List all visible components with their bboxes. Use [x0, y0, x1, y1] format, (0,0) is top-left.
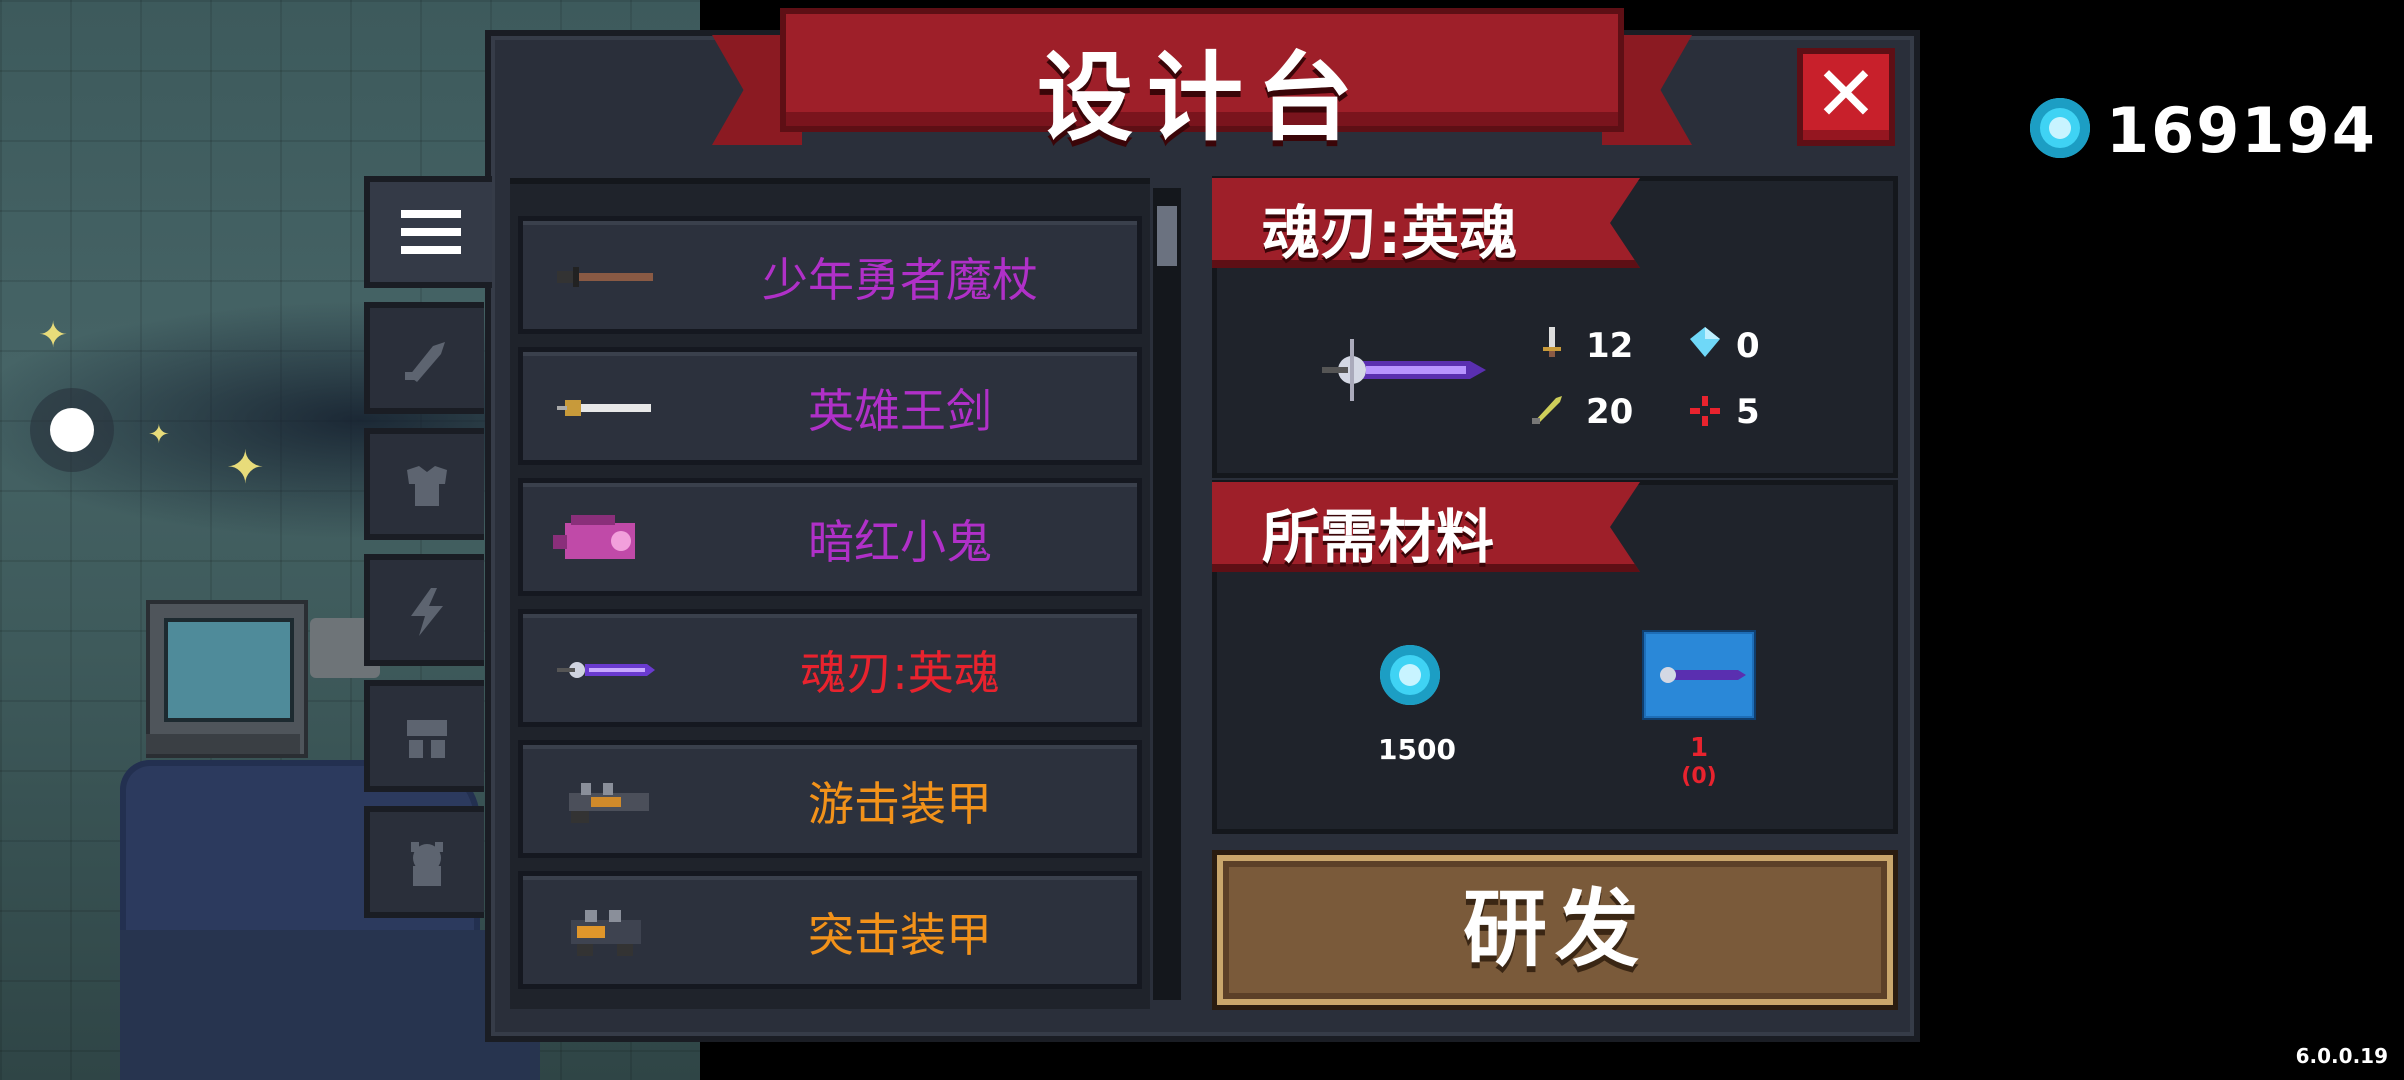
- crit-icon: [1532, 396, 1562, 424]
- star-icon: ✦: [148, 420, 170, 450]
- scrollbar-thumb[interactable]: [1157, 206, 1177, 266]
- terminal-screen: [164, 618, 294, 722]
- sword-icon: [557, 400, 651, 416]
- list-scrollbar[interactable]: [1153, 188, 1181, 1000]
- weapon-icon: [405, 342, 445, 382]
- materials-header: 所需材料: [1262, 503, 1495, 571]
- mech-armor-icon: [569, 783, 649, 823]
- list-item[interactable]: 游击装甲: [518, 740, 1142, 858]
- attack-icon: [1543, 327, 1561, 357]
- tab-pet[interactable]: [364, 806, 484, 918]
- list-icon: [401, 210, 461, 254]
- imp-icon: [553, 515, 635, 559]
- item-label: 英雄王剑: [808, 384, 992, 438]
- list-item[interactable]: 暗红小鬼: [518, 478, 1142, 596]
- energy-icon: [1690, 327, 1720, 357]
- joystick-button[interactable]: [30, 388, 114, 472]
- skill-icon: [411, 588, 443, 636]
- terminal-base: [146, 734, 300, 754]
- tab-mech[interactable]: [364, 680, 484, 792]
- materials-banner: 所需材料: [1212, 482, 1640, 572]
- blueprint-owned: (0): [1681, 764, 1717, 789]
- page-title: 设计台: [1037, 42, 1367, 154]
- tab-weapon[interactable]: [364, 302, 484, 414]
- gem-count: 169194: [2106, 94, 2377, 167]
- research-label: 研发: [1462, 880, 1647, 978]
- pet-icon: [411, 842, 443, 886]
- joystick-knob[interactable]: [50, 408, 94, 452]
- soul-blade-preview-icon: [1322, 339, 1486, 401]
- close-button[interactable]: ✕: [1797, 48, 1895, 146]
- star-icon: ✦: [226, 440, 265, 494]
- assault-armor-icon: [571, 910, 641, 956]
- mech-icon: [407, 720, 447, 758]
- item-label: 暗红小鬼: [808, 515, 992, 569]
- tab-armor[interactable]: [364, 428, 484, 540]
- item-label: 游击装甲: [808, 777, 992, 831]
- attack-value: 12: [1586, 326, 1634, 366]
- tab-skill[interactable]: [364, 554, 484, 666]
- soul-blade-icon: [557, 662, 655, 678]
- list-item[interactable]: 英雄王剑: [518, 347, 1142, 465]
- list-item[interactable]: 少年勇者魔杖: [518, 216, 1142, 334]
- blueprint-list[interactable]: 少年勇者魔杖 英雄王剑 暗红小鬼 魂刃:英魂 游击装甲 突击装甲: [510, 178, 1150, 1009]
- accuracy-value: 5: [1736, 392, 1760, 432]
- item-label: 魂刃:英魂: [800, 646, 1000, 700]
- armor-icon: [407, 466, 447, 506]
- blueprint-icon[interactable]: [1642, 630, 1756, 720]
- item-label: 突击装甲: [808, 908, 992, 962]
- energy-value: 0: [1736, 326, 1760, 366]
- gem-icon: [2030, 98, 2090, 158]
- computer-terminal: [146, 600, 308, 758]
- gem-icon: [1380, 645, 1440, 705]
- ribbon-body: 设计台: [780, 8, 1624, 154]
- item-name-banner: 魂刃:英魂: [1212, 178, 1640, 268]
- list-item[interactable]: 魂刃:英魂: [518, 609, 1142, 727]
- tab-list[interactable]: [364, 176, 492, 288]
- crit-value: 20: [1586, 392, 1634, 432]
- version-label: 6.0.0.19: [2295, 1044, 2388, 1068]
- item-name: 魂刃:英魂: [1262, 199, 1518, 267]
- rock-floor: [120, 930, 540, 1080]
- star-icon: ✦: [38, 315, 69, 356]
- staff-icon: [557, 267, 653, 287]
- list-item[interactable]: 突击装甲: [518, 871, 1142, 989]
- material-amount: 1500: [1378, 733, 1456, 766]
- research-button[interactable]: 研发: [1212, 850, 1898, 1010]
- title-ribbon: 设计台: [712, 0, 1692, 160]
- blueprint-required: 1: [1689, 733, 1709, 763]
- accuracy-icon: [1690, 396, 1720, 426]
- item-label: 少年勇者魔杖: [762, 253, 1038, 307]
